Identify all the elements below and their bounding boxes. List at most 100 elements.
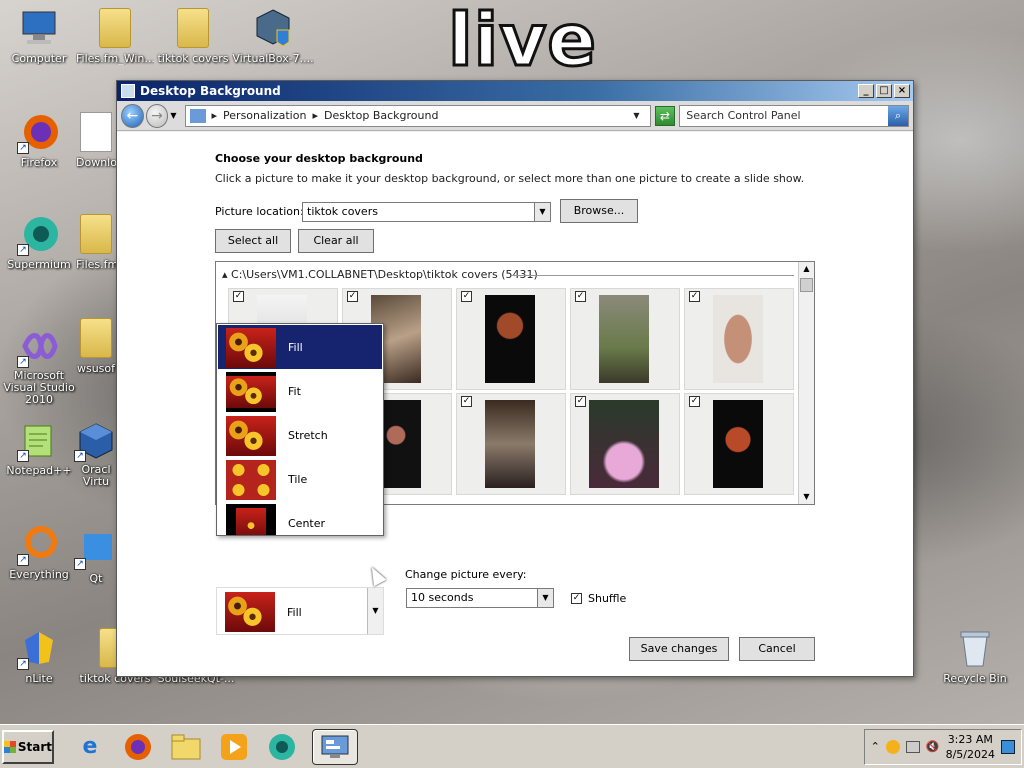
thumbnail-checkbox[interactable]: ✓ xyxy=(461,291,472,302)
system-tray: ⌃ 🔇 3:23 AM 8/5/2024 xyxy=(863,728,1022,765)
scroll-up-icon[interactable]: ▲ xyxy=(799,262,814,276)
show-desktop-icon[interactable] xyxy=(1001,739,1015,754)
media-player-icon[interactable] xyxy=(216,729,252,765)
thumbnail-checkbox[interactable]: ✓ xyxy=(347,291,358,302)
position-option-fill[interactable]: Fill xyxy=(218,325,382,369)
desktop-icon-firefox[interactable]: ↗ Firefox xyxy=(0,112,78,169)
refresh-icon: ⇄ xyxy=(659,108,670,123)
desktop-icon-files-fm[interactable]: Files.fm xyxy=(76,214,116,271)
scroll-down-icon[interactable]: ▼ xyxy=(799,490,814,504)
desktop-icon-computer[interactable]: Computer xyxy=(0,8,78,65)
address-dropdown-icon[interactable]: ▼ xyxy=(633,111,639,120)
windows-logo-icon xyxy=(4,740,16,753)
desktop-icon-downloads[interactable]: Downlo xyxy=(76,112,116,169)
folder-icon xyxy=(80,318,112,358)
breadcrumb-desktop-background[interactable]: Desktop Background xyxy=(324,109,439,122)
close-button[interactable]: × xyxy=(894,84,910,98)
firefox-icon: ↗ xyxy=(17,112,59,154)
select-all-button[interactable]: Select all xyxy=(215,229,291,253)
internet-explorer-icon[interactable]: e xyxy=(72,729,108,765)
desktop-icon-recycle-bin[interactable]: Recycle Bin xyxy=(936,628,1014,685)
breadcrumb[interactable]: ▸ Personalization ▸ Desktop Background ▼ xyxy=(184,104,651,127)
volume-muted-icon[interactable]: 🔇 xyxy=(926,740,940,753)
network-icon[interactable] xyxy=(905,740,920,753)
desktop-icon-nlite[interactable]: ↗ nLite xyxy=(0,628,78,685)
recycle-bin-icon xyxy=(955,628,995,668)
thumbnail-checkbox[interactable]: ✓ xyxy=(461,396,472,407)
visual-studio-icon: ↗ xyxy=(17,326,59,368)
window-title: Desktop Background xyxy=(140,84,281,98)
minimize-button[interactable]: _ xyxy=(858,84,874,98)
search-icon[interactable]: ⌕ xyxy=(888,105,909,126)
desktop-icon-visual-studio[interactable]: ↗ Microsoft Visual Studio 2010 xyxy=(0,326,78,406)
gallery-group-header[interactable]: ▴ C:\Users\VM1.COLLABNET\Desktop\tiktok … xyxy=(222,268,538,281)
wallpaper-thumbnail[interactable]: ✓ xyxy=(456,288,566,390)
tile-preview-icon xyxy=(226,460,276,500)
clear-all-button[interactable]: Clear all xyxy=(298,229,374,253)
shuffle-checkbox[interactable]: ✓ Shuffle xyxy=(571,592,626,605)
checkbox-checked-icon[interactable]: ✓ xyxy=(571,593,582,604)
picture-location-select[interactable]: tiktok covers ▼ xyxy=(302,202,551,222)
position-option-fit[interactable]: Fit xyxy=(218,369,382,413)
action-center-icon[interactable] xyxy=(885,739,900,754)
search-input[interactable]: Search Control Panel ⌕ xyxy=(679,104,910,127)
center-preview-icon xyxy=(226,504,276,535)
position-option-center[interactable]: Center xyxy=(218,501,382,535)
chevron-down-icon[interactable]: ▼ xyxy=(367,588,383,634)
wallpaper-thumbnail[interactable]: ✓ xyxy=(570,393,680,495)
breadcrumb-personalization[interactable]: Personalization xyxy=(223,109,306,122)
start-button[interactable]: Start xyxy=(2,729,54,764)
picture-position-dropdown: Fill Fit Stretch Tile Center xyxy=(216,323,384,536)
arrow-right-icon: → xyxy=(151,107,163,124)
maximize-button[interactable]: □ xyxy=(876,84,892,98)
desktop-icon-tiktok-covers[interactable]: tiktok covers xyxy=(154,8,232,65)
back-button[interactable]: ← xyxy=(121,103,144,128)
chevron-down-icon: ▼ xyxy=(537,589,553,607)
change-picture-interval-select[interactable]: 10 seconds ▼ xyxy=(406,588,554,608)
picture-position-select[interactable]: Fill ▼ xyxy=(216,587,384,635)
desktop-icon-files-fm-win[interactable]: Files.fm_Win... xyxy=(76,8,154,65)
supermium-icon[interactable] xyxy=(264,729,300,765)
desktop-icon-everything[interactable]: ↗ Everything xyxy=(0,524,78,581)
firefox-icon[interactable] xyxy=(120,729,156,765)
search-placeholder: Search Control Panel xyxy=(686,109,801,122)
virtualbox-icon: ↗ xyxy=(74,420,116,462)
thumbnail-checkbox[interactable]: ✓ xyxy=(575,291,586,302)
chevron-down-icon: ▼ xyxy=(534,203,550,221)
position-option-tile[interactable]: Tile xyxy=(218,457,382,501)
gallery-scrollbar[interactable]: ▲ ▼ xyxy=(798,262,814,504)
control-panel-icon xyxy=(189,108,206,123)
wallpaper-thumbnail[interactable]: ✓ xyxy=(684,393,794,495)
show-hidden-icons-chevron-icon[interactable]: ⌃ xyxy=(871,740,880,753)
explorer-icon[interactable] xyxy=(168,729,204,765)
thumbnail-checkbox[interactable]: ✓ xyxy=(689,291,700,302)
refresh-button[interactable]: ⇄ xyxy=(654,105,676,126)
wallpaper-thumbnail[interactable]: ✓ xyxy=(570,288,680,390)
wallpaper-thumbnail[interactable]: ✓ xyxy=(684,288,794,390)
forward-button[interactable]: → xyxy=(145,103,169,128)
desktop-icon-supermium[interactable]: ↗ Supermium xyxy=(0,214,78,271)
desktop-icon-qt[interactable]: ↗ Qt xyxy=(74,528,116,585)
desktop-icon-wsusof[interactable]: wsusof xyxy=(76,318,116,375)
control-panel-icon[interactable] xyxy=(312,728,358,765)
notepad-plus-plus-icon: ↗ xyxy=(17,420,59,462)
recent-pages-chevron-icon[interactable]: ▼ xyxy=(170,111,176,120)
save-changes-button[interactable]: Save changes xyxy=(629,637,729,661)
thumbnail-checkbox[interactable]: ✓ xyxy=(233,291,244,302)
thumbnail-checkbox[interactable]: ✓ xyxy=(575,396,586,407)
desktop-icon-oracle-virtualbox[interactable]: ↗ Oracl Virtu xyxy=(74,420,116,488)
browse-button[interactable]: Browse... xyxy=(560,199,638,223)
clock[interactable]: 3:23 AM 8/5/2024 xyxy=(946,732,995,762)
everything-icon: ↗ xyxy=(17,524,59,566)
cancel-button[interactable]: Cancel xyxy=(739,637,815,661)
scroll-thumb[interactable] xyxy=(800,278,813,292)
wallpaper-thumbnail[interactable]: ✓ xyxy=(456,393,566,495)
control-panel-icon xyxy=(121,84,135,98)
desktop-icon-virtualbox-installer[interactable]: VirtualBox-7.... xyxy=(232,8,314,65)
page-subtitle: Click a picture to make it your desktop … xyxy=(215,172,805,185)
thumbnail-checkbox[interactable]: ✓ xyxy=(689,396,700,407)
fill-preview-icon xyxy=(226,328,276,368)
desktop-icon-notepad-plus-plus[interactable]: ↗ Notepad++ xyxy=(0,420,78,477)
window-titlebar[interactable]: Desktop Background _ □ × xyxy=(117,81,913,101)
position-option-stretch[interactable]: Stretch xyxy=(218,413,382,457)
